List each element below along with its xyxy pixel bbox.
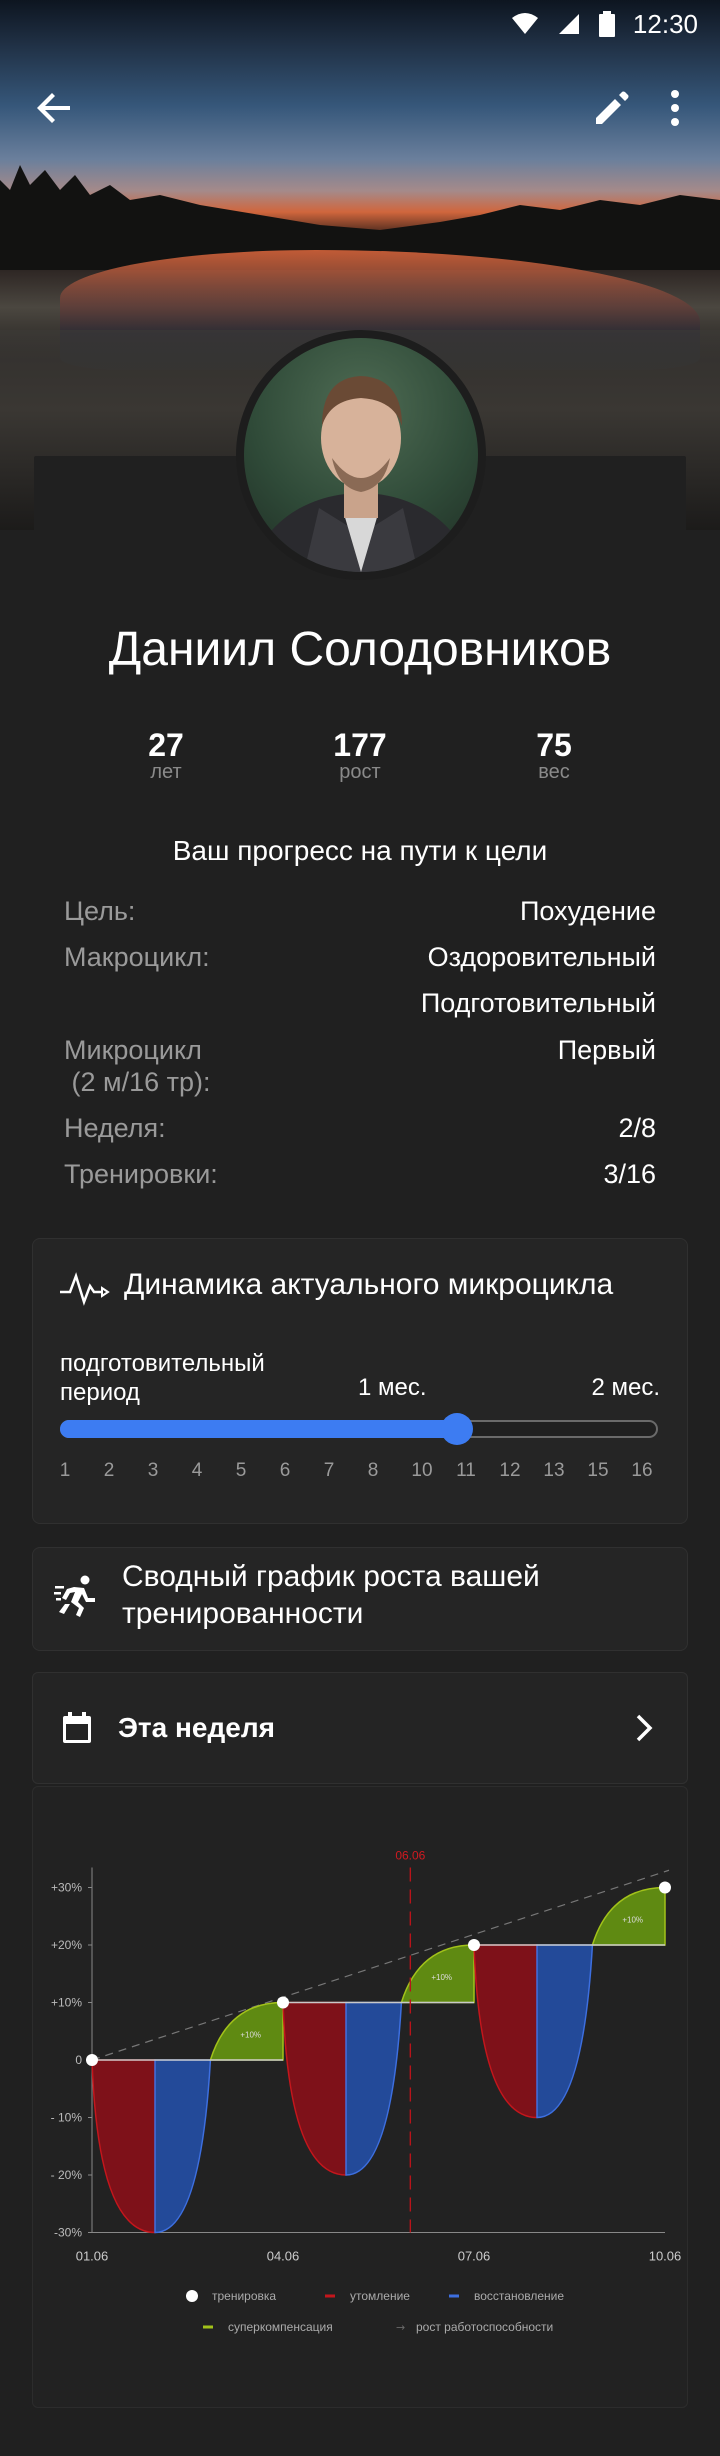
y-tick-label: - 10% bbox=[51, 2111, 83, 2125]
legend-label: восстановление bbox=[474, 2289, 564, 2303]
training-point bbox=[468, 1939, 480, 1951]
legend-label: тренировка bbox=[212, 2289, 276, 2303]
legend-label: суперкомпенсация bbox=[228, 2320, 333, 2334]
fatigue-area bbox=[282, 2001, 347, 2176]
y-tick-label: 0 bbox=[75, 2053, 82, 2067]
recovery-area bbox=[345, 2001, 403, 2176]
y-tick-label: +20% bbox=[51, 1938, 82, 1952]
training-point bbox=[277, 1996, 289, 2009]
supercomp-label: +10% bbox=[431, 1973, 452, 1982]
x-tick-label: 07.06 bbox=[458, 2249, 491, 2264]
y-tick-label: -30% bbox=[54, 2226, 82, 2240]
y-tick-label: +10% bbox=[51, 1996, 82, 2010]
recovery-area bbox=[536, 1944, 594, 2119]
fatigue-area bbox=[91, 2059, 156, 2234]
fatigue-area bbox=[473, 1944, 538, 2119]
recovery-area bbox=[154, 2059, 212, 2234]
legend-marker: → bbox=[396, 2321, 405, 2334]
supercomp-label: +10% bbox=[240, 2030, 261, 2039]
y-tick-label: - 20% bbox=[51, 2168, 83, 2182]
current-date-label: 06.06 bbox=[395, 1849, 425, 1863]
x-tick-label: 01.06 bbox=[76, 2249, 109, 2264]
supercomp-label: +10% bbox=[622, 1915, 643, 1924]
training-point bbox=[86, 2054, 98, 2066]
training-chart: +30% +20% +10% 0 - 10% - 20% -30% 01.06 04.06 07.… bbox=[51, 1849, 682, 2335]
legend-label: утомление bbox=[350, 2289, 410, 2303]
x-tick-label: 10.06 bbox=[649, 2249, 682, 2264]
y-tick-label: +30% bbox=[51, 1881, 82, 1895]
x-tick-label: 04.06 bbox=[267, 2249, 300, 2264]
legend-marker bbox=[186, 2290, 198, 2302]
training-point bbox=[659, 1881, 671, 1894]
legend-label: рост работоспособности bbox=[416, 2320, 553, 2334]
